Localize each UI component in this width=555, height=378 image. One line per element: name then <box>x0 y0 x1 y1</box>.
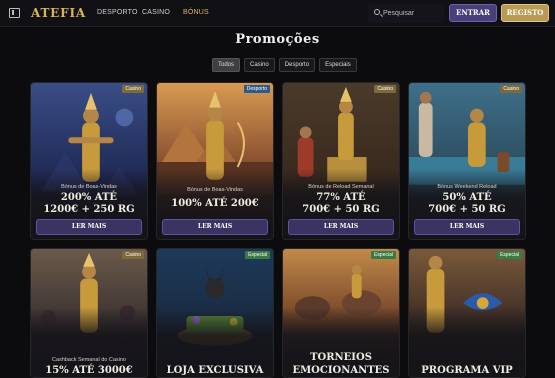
category-badge: Casino <box>374 85 396 93</box>
register-button[interactable]: REGISTO <box>501 4 549 22</box>
read-more-button[interactable]: LER MAIS <box>414 219 520 235</box>
filter-casino[interactable]: Casino <box>244 58 275 72</box>
nav-bonus[interactable]: BÓNUS <box>183 9 209 16</box>
promo-offer-line1: 77% ATÉ <box>316 192 366 203</box>
brand-logo[interactable]: ATEFIA <box>31 6 86 20</box>
filter-desporto[interactable]: Desporto <box>278 58 316 72</box>
promo-offer-line2: 700€ + 50 RG <box>302 204 380 215</box>
promo-offer-line1: 100% ATÉ 200€ <box>171 198 259 209</box>
category-badge: Casino <box>122 251 144 259</box>
search-box[interactable] <box>368 4 444 23</box>
promo-card-vip-program[interactable]: Especial PROGRAMA VIP <box>408 248 526 378</box>
promo-subtitle: Cashback Semanal do Casino <box>52 357 126 363</box>
nav-desporto[interactable]: DESPORTO <box>97 9 138 16</box>
promo-offer-line1: LOJA EXCLUSIVA <box>166 365 264 376</box>
promo-subtitle: Bónus de Boas-Vindas <box>187 187 243 193</box>
category-badge: Especial <box>497 251 522 259</box>
promo-offer-line1: PROGRAMA VIP <box>421 365 513 376</box>
filter-especiais[interactable]: Especiais <box>319 58 357 72</box>
sidebar-toggle-icon[interactable] <box>9 8 20 18</box>
promo-card-exclusive-shop[interactable]: Especial LOJA EXCLUSIVA <box>156 248 274 378</box>
promo-offer-line2: EMOCIONANTES <box>292 365 390 376</box>
category-badge: Casino <box>122 85 144 93</box>
promo-card-tournaments[interactable]: Especial TORNEIOS EMOCIONANTES <box>282 248 400 378</box>
category-badge: Casino <box>500 85 522 93</box>
promo-offer-line1: 50% ATÉ <box>442 192 492 203</box>
promo-card-welcome-sports[interactable]: Desporto Bónus de Boas-Vindas 100% ATÉ 2… <box>156 82 274 240</box>
promo-offer-line1: 200% ATÉ <box>60 192 118 203</box>
search-input[interactable] <box>383 7 441 20</box>
read-more-button[interactable]: LER MAIS <box>288 219 394 235</box>
top-header: ATEFIA DESPORTO CASINO BÓNUS ENTRAR REGI… <box>0 0 555 27</box>
page-title: Promoções <box>235 32 320 47</box>
promo-offer-line2: 700€ + 50 RG <box>428 204 506 215</box>
promo-offer-line1: 15% ATÉ 3000€ <box>45 365 133 376</box>
promo-subtitle: Bónus Weekend Reload <box>437 184 497 190</box>
category-badge: Especial <box>245 251 270 259</box>
category-badge: Desporto <box>243 85 270 93</box>
login-button[interactable]: ENTRAR <box>449 4 497 22</box>
read-more-button[interactable]: LER MAIS <box>36 219 142 235</box>
promo-card-weekly-reload[interactable]: Casino Bónus de Reload Semanal 77% ATÉ 7… <box>282 82 400 240</box>
promo-offer-line2: 1200€ + 250 RG <box>43 204 135 215</box>
read-more-button[interactable]: LER MAIS <box>162 219 268 235</box>
promo-card-weekend-reload[interactable]: Casino Bónus Weekend Reload 50% ATÉ 700€… <box>408 82 526 240</box>
promo-card-cashback[interactable]: Casino Cashback Semanal do Casino 15% AT… <box>30 248 148 378</box>
category-badge: Especial <box>371 251 396 259</box>
filter-tabs: Todos Casino Desporto Especiais <box>212 58 357 72</box>
promo-subtitle: Bónus de Boas-Vindas <box>61 184 117 190</box>
promo-subtitle: Bónus de Reload Semanal <box>308 184 374 190</box>
filter-todos[interactable]: Todos <box>212 58 241 72</box>
search-icon <box>374 9 380 15</box>
promo-card-welcome-casino[interactable]: Casino Bónus de Boas-Vindas 200% ATÉ 120… <box>30 82 148 240</box>
nav-casino[interactable]: CASINO <box>142 9 170 16</box>
promo-offer-line1: TORNEIOS <box>310 352 372 363</box>
